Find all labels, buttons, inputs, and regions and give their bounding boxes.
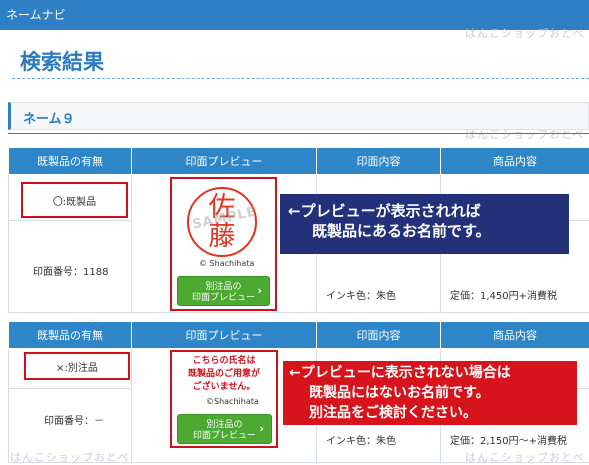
callout-line: 既製品にあるお名前です。 xyxy=(288,221,569,241)
message-line: 既製品のご用意が xyxy=(172,368,276,381)
column-header-product-content: 商品内容 xyxy=(441,322,589,349)
column-header-availability: 既製品の有無 xyxy=(9,322,132,349)
seal-number: 印面番号：1188 xyxy=(33,263,108,278)
chevron-right-icon: › xyxy=(257,285,262,296)
column-header-product-content: 商品内容 xyxy=(441,148,589,175)
button-label-line1: 別注品の xyxy=(178,282,269,293)
brand-label: © Shachihata xyxy=(199,259,254,268)
callout-custom-explanation: ←プレビューに表示されない場合は 既製品にはないお名前です。 別注品をご検討くだ… xyxy=(283,361,577,425)
column-header-seal-content: 印面内容 xyxy=(317,322,441,349)
watermark: はんこショップおとべ xyxy=(465,25,584,41)
callout-line: ←プレビューに表示されない場合は xyxy=(289,363,577,383)
section-divider xyxy=(8,133,589,134)
ink-color: インキ色：朱色 xyxy=(326,432,396,447)
button-label-line1: 別注品の xyxy=(178,420,271,431)
stamp-preview-card: 佐 藤 SAMPLE © Shachihata 別注品の 印面プレビュー › xyxy=(170,177,277,311)
custom-preview-button[interactable]: 別注品の 印面プレビュー › xyxy=(177,414,272,444)
availability-status-stock: 〇:既製品 xyxy=(21,182,128,218)
availability-status-custom: ×:別注品 xyxy=(24,352,130,380)
button-label-line2: 印面プレビュー xyxy=(178,293,269,304)
price: 定価：2,150円〜+消費税 xyxy=(450,432,567,447)
page-title: 検索結果 xyxy=(20,46,104,76)
stamp-preview-card: こちらの氏名は 既製品のご用意が ございません。 ©Shachihata 別注品… xyxy=(170,350,278,448)
not-in-stock-message: こちらの氏名は 既製品のご用意が ございません。 xyxy=(172,355,276,394)
callout-stock-explanation: ←プレビューが表示されれば 既製品にあるお名前です。 xyxy=(280,194,569,254)
button-label-line2: 印面プレビュー xyxy=(178,431,271,442)
column-header-preview: 印面プレビュー xyxy=(132,322,317,349)
availability-label: 〇:既製品 xyxy=(53,193,96,208)
seal-number: 印面番号：－ xyxy=(44,412,104,427)
brand-label: ©Shachihata xyxy=(206,397,259,406)
custom-preview-button[interactable]: 別注品の 印面プレビュー › xyxy=(177,276,270,306)
message-line: ございません。 xyxy=(172,381,276,394)
message-line: こちらの氏名は xyxy=(172,355,276,368)
callout-line: 既製品にはないお名前です。 xyxy=(289,383,577,403)
column-header-preview: 印面プレビュー xyxy=(132,148,317,175)
callout-line: ←プレビューが表示されれば xyxy=(288,201,569,221)
column-header-availability: 既製品の有無 xyxy=(9,148,132,175)
section-header: ネーム９ xyxy=(8,102,589,130)
header-title: ネームナビ xyxy=(6,8,66,22)
section-title: ネーム９ xyxy=(23,108,75,127)
chevron-right-icon: › xyxy=(259,423,264,434)
column-header-seal-content: 印面内容 xyxy=(317,148,441,175)
callout-line: 別注品をご検討ください。 xyxy=(289,403,577,423)
title-divider xyxy=(12,78,589,79)
price: 定価：1,450円+消費税 xyxy=(450,287,557,302)
availability-label: ×:別注品 xyxy=(56,359,98,374)
ink-color: インキ色：朱色 xyxy=(326,287,396,302)
